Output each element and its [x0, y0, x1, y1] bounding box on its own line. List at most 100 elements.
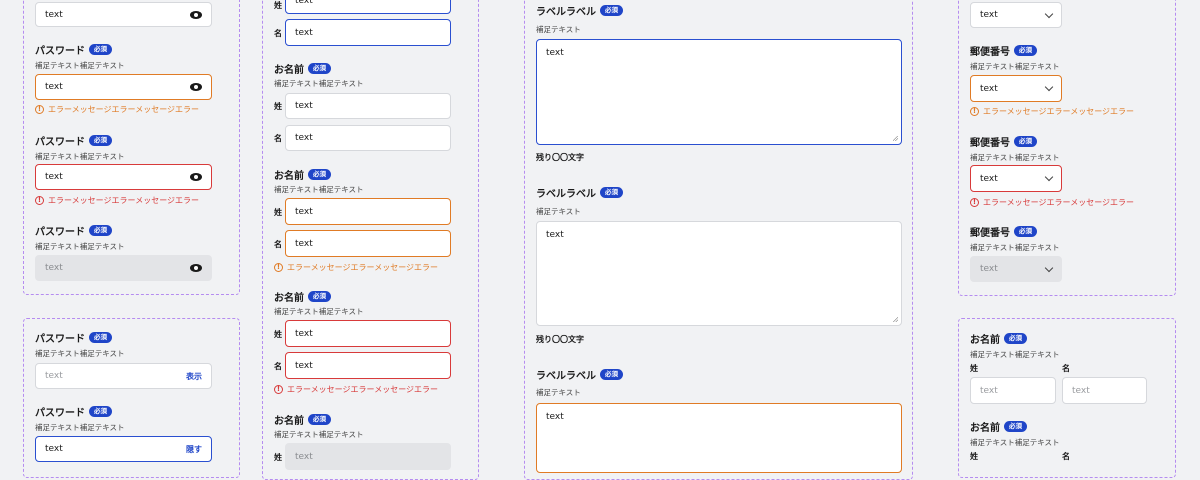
last-name-input-warning[interactable]: text	[285, 198, 451, 225]
name-hint: 補足テキスト補足テキスト	[970, 438, 1060, 447]
sei-label: 姓	[274, 1, 282, 10]
first-name-input[interactable]: text	[285, 19, 451, 46]
error-icon: !	[274, 385, 283, 394]
required-badge: 必須	[600, 187, 623, 198]
postal-select-disabled: text	[970, 256, 1062, 282]
show-password-button[interactable]: 表示	[186, 371, 202, 382]
required-badge: 必須	[1004, 421, 1027, 432]
sei-label: 姓	[970, 452, 978, 461]
chevron-down-icon	[1044, 9, 1054, 18]
textarea-focused[interactable]: text	[536, 39, 902, 145]
error-icon: !	[35, 196, 44, 205]
password-input-value: text	[45, 172, 63, 182]
first-name-input-warning[interactable]: text	[285, 230, 451, 257]
password-label: パスワード 必須	[35, 133, 112, 148]
textarea-label: ラベルラベル 必須	[536, 367, 623, 382]
password-hint: 補足テキスト補足テキスト	[35, 152, 125, 161]
required-badge: 必須	[600, 369, 623, 380]
required-badge: 必須	[600, 5, 623, 16]
error-icon: !	[970, 198, 979, 207]
eye-icon[interactable]	[190, 11, 202, 19]
error-message: ! エラーメッセージエラーメッセージエラー	[35, 195, 199, 206]
postal-select[interactable]: text	[970, 2, 1062, 28]
password-label: パスワード 必須	[35, 223, 112, 238]
char-count: 残り〇〇文字	[536, 153, 584, 162]
first-name-input-error[interactable]: text	[285, 352, 451, 379]
password-input-value: text	[45, 263, 63, 273]
textarea-warning[interactable]: text	[536, 403, 902, 473]
last-name-input[interactable]: text	[285, 93, 451, 119]
name-label: お名前 必須	[274, 61, 331, 76]
warning-message: ! エラーメッセージエラーメッセージエラー	[970, 106, 1134, 117]
mei-label: 名	[1062, 364, 1070, 373]
chevron-down-icon	[1044, 82, 1054, 92]
password-input-disabled: text	[35, 255, 212, 281]
required-badge: 必須	[308, 169, 331, 180]
name-label: お名前 必須	[274, 289, 331, 304]
first-name-input[interactable]: text	[1062, 377, 1147, 404]
last-name-input-error[interactable]: text	[285, 320, 451, 347]
error-message: ! エラーメッセージエラーメッセージエラー	[274, 384, 438, 395]
eye-icon[interactable]	[190, 83, 202, 91]
sei-label: 姓	[274, 330, 282, 339]
required-badge: 必須	[1014, 136, 1037, 147]
password-hint: 補足テキスト補足テキスト	[35, 423, 125, 432]
required-badge: 必須	[1004, 333, 1027, 344]
password-input-placeholder[interactable]: text 表示	[35, 363, 212, 389]
warning-icon: !	[970, 107, 979, 116]
chevron-down-icon	[1044, 263, 1054, 272]
postal-hint: 補足テキスト補足テキスト	[970, 243, 1060, 252]
postal-select-warning[interactable]: text	[970, 75, 1062, 102]
required-badge: 必須	[89, 406, 112, 417]
name-label: お名前 必須	[970, 331, 1027, 346]
textarea-hint: 補足テキスト	[536, 25, 581, 34]
postal-hint: 補足テキスト補足テキスト	[970, 62, 1060, 71]
name-label: お名前 必須	[274, 412, 331, 427]
eye-icon	[190, 264, 202, 272]
sei-label: 姓	[274, 208, 282, 217]
name-hint: 補足テキスト補足テキスト	[274, 185, 364, 194]
password-input-default[interactable]: text	[35, 2, 212, 27]
hide-password-button[interactable]: 隠す	[186, 444, 202, 455]
last-name-input[interactable]: text	[285, 0, 451, 14]
warning-icon: !	[35, 105, 44, 114]
postal-label: 郵便番号 必須	[970, 134, 1037, 149]
warning-message: ! エラーメッセージエラーメッセージエラー	[274, 262, 438, 273]
password-label: パスワード 必須	[35, 404, 112, 419]
password-input-warning[interactable]: text	[35, 74, 212, 100]
required-badge: 必須	[308, 414, 331, 425]
mei-label: 名	[274, 362, 282, 371]
postal-select-error[interactable]: text	[970, 165, 1062, 192]
name-hint: 補足テキスト補足テキスト	[970, 350, 1060, 359]
required-badge: 必須	[1014, 226, 1037, 237]
textarea-label: ラベルラベル 必須	[536, 3, 623, 18]
password-input-focused[interactable]: text 隠す	[35, 436, 212, 462]
password-hint: 補足テキスト補足テキスト	[35, 349, 125, 358]
password-input-error[interactable]: text	[35, 164, 212, 190]
password-placeholder: text	[45, 371, 63, 381]
name-hint: 補足テキスト補足テキスト	[274, 430, 364, 439]
error-message: ! エラーメッセージエラーメッセージエラー	[970, 197, 1134, 208]
chevron-down-icon	[1044, 172, 1054, 182]
required-badge: 必須	[308, 63, 331, 74]
required-badge: 必須	[89, 135, 112, 146]
eye-icon[interactable]	[190, 173, 202, 181]
password-input-value: text	[45, 9, 63, 20]
resize-handle-icon[interactable]	[893, 317, 898, 322]
warning-icon: !	[274, 263, 283, 272]
mei-label: 名	[274, 240, 282, 249]
textarea-default[interactable]: text	[536, 221, 902, 326]
postal-label: 郵便番号 必須	[970, 43, 1037, 58]
mei-label: 名	[274, 134, 282, 143]
password-hint: 補足テキスト補足テキスト	[35, 61, 125, 70]
last-name-input[interactable]: text	[970, 377, 1056, 404]
first-name-input[interactable]: text	[285, 125, 451, 151]
resize-handle-icon[interactable]	[893, 136, 898, 141]
name-label: お名前 必須	[970, 419, 1027, 434]
warning-message: ! エラーメッセージエラーメッセージエラー	[35, 104, 199, 115]
sei-label: 姓	[970, 364, 978, 373]
mei-label: 名	[274, 29, 282, 38]
password-input-value: text	[45, 82, 63, 92]
char-count: 残り〇〇文字	[536, 335, 584, 344]
password-label: パスワード 必須	[35, 330, 112, 345]
